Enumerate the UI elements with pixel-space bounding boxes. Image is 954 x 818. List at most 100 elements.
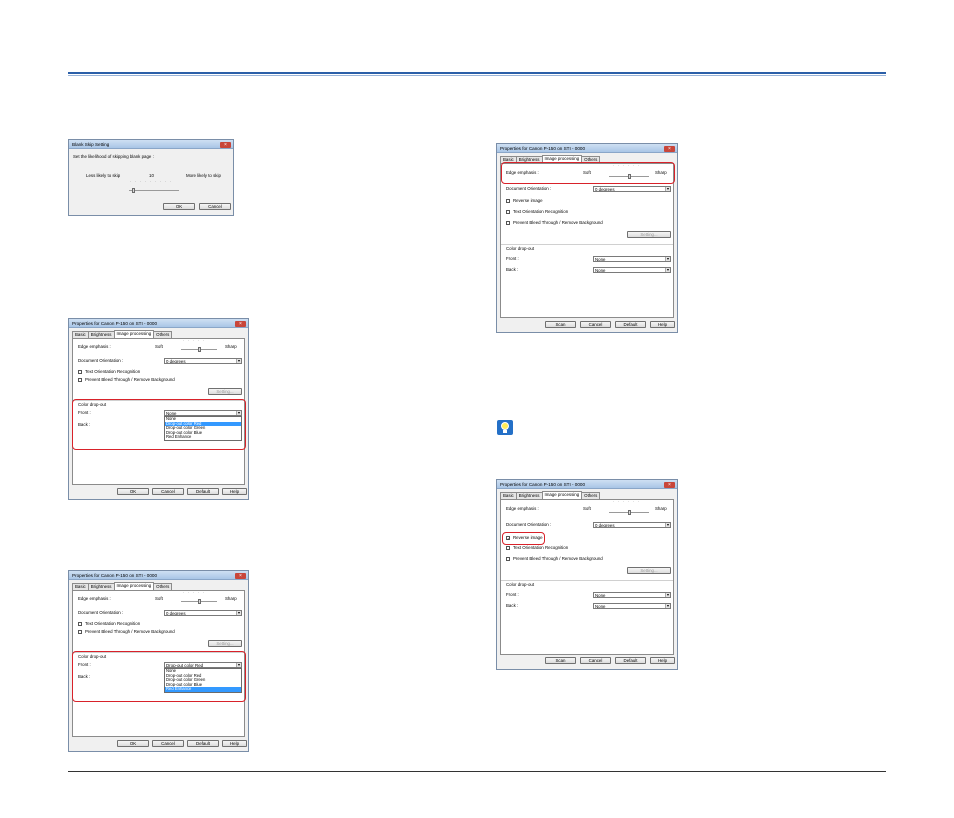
tab-others[interactable]: Others <box>153 583 173 590</box>
tab-image-processing[interactable]: Image processing <box>113 582 155 590</box>
header-rule <box>68 72 886 74</box>
tab-basic[interactable]: Basic <box>72 583 89 590</box>
bleed-through-label: Prevent Bleed Through / Remove Backgroun… <box>85 629 175 634</box>
ok-button[interactable]: OK <box>117 740 149 747</box>
default-button[interactable]: Default <box>615 657 646 664</box>
orientation-select[interactable]: 0 degrees ▼ <box>593 522 671 528</box>
close-icon[interactable]: × <box>220 141 231 148</box>
text-orientation-label: Text Orientation Recognition <box>513 545 569 550</box>
tab-others[interactable]: Others <box>153 331 173 338</box>
tab-bar: Basic Brightness Image processing Others <box>500 491 601 499</box>
help-button[interactable]: Help <box>222 740 247 747</box>
cancel-button[interactable]: Cancel <box>152 488 184 495</box>
highlight-box <box>502 532 545 545</box>
chevron-down-icon: ▼ <box>665 257 670 261</box>
slider-ticks: ' ' ' ' ' ' ' ' ' <box>130 180 173 184</box>
sharp-label: Sharp <box>225 596 237 601</box>
setting-button[interactable]: Setting... <box>208 388 242 395</box>
chevron-down-icon: ▼ <box>665 187 670 191</box>
help-button[interactable]: Help <box>650 657 675 664</box>
tab-panel: Edge emphasis : Soft ' ' ' ' ' ' Sharp D… <box>500 163 674 318</box>
reverse-image-checkbox[interactable] <box>506 199 510 203</box>
edge-slider-ticks: ' ' ' ' ' ' <box>613 500 641 504</box>
tab-brightness[interactable]: Brightness <box>87 331 115 338</box>
edge-slider-ticks: ' ' ' ' ' <box>183 591 206 595</box>
close-icon[interactable]: × <box>235 572 246 579</box>
chevron-down-icon: ▼ <box>665 268 670 272</box>
orientation-select[interactable]: 0 degrees ▼ <box>593 186 671 192</box>
setting-button[interactable]: Setting... <box>627 231 671 238</box>
header-rule-secondary <box>68 75 886 76</box>
text-orientation-label: Text Orientation Recognition <box>85 369 141 374</box>
dialog-title: Properties for Canon P-150 on STI - 0000 <box>72 573 158 578</box>
text-orientation-checkbox[interactable] <box>506 546 510 550</box>
tab-basic[interactable]: Basic <box>500 492 517 499</box>
title-bar: Properties for Canon P-150 on STI - 0000… <box>69 319 248 328</box>
edge-slider-thumb[interactable] <box>198 347 201 352</box>
close-icon[interactable]: × <box>235 320 246 327</box>
dialog-title: Blank Skip Setting <box>72 142 110 147</box>
default-button[interactable]: Default <box>615 321 646 328</box>
close-icon[interactable]: × <box>664 145 675 152</box>
blank-skip-dialog: Blank Skip Setting × Set the likelihood … <box>68 139 234 216</box>
cancel-button[interactable]: Cancel <box>580 657 611 664</box>
help-button[interactable]: Help <box>222 488 247 495</box>
bleed-through-checkbox[interactable] <box>506 221 510 225</box>
skip-slider-track <box>129 190 179 191</box>
cancel-button[interactable]: Cancel <box>580 321 611 328</box>
default-button[interactable]: Default <box>187 488 219 495</box>
tab-bar: Basic Brightness Image processing Others <box>72 330 173 338</box>
edge-emphasis-label: Edge emphasis : <box>78 344 111 349</box>
text-orientation-checkbox[interactable] <box>506 210 510 214</box>
front-select[interactable]: None ▼ <box>593 256 671 262</box>
color-dropout-group: Color drop-out <box>506 246 535 251</box>
back-select[interactable]: None ▼ <box>593 267 671 273</box>
sharp-label: Sharp <box>225 344 237 349</box>
cancel-button[interactable]: Cancel <box>199 203 231 210</box>
text-orientation-checkbox[interactable] <box>78 370 82 374</box>
group-divider <box>501 580 673 581</box>
cancel-button[interactable]: Cancel <box>152 740 184 747</box>
orientation-label: Document Orientation : <box>78 358 124 363</box>
orientation-select[interactable]: 0 degrees ▼ <box>164 358 242 364</box>
front-label: Front : <box>506 592 519 597</box>
scan-button[interactable]: Scan <box>545 657 576 664</box>
dialog-title: Properties for Canon P-150 on STI - 0000 <box>500 146 586 151</box>
tab-bar: Basic Brightness Image processing Others <box>72 582 173 590</box>
tab-basic[interactable]: Basic <box>72 331 89 338</box>
edge-slider-thumb[interactable] <box>628 510 631 515</box>
chevron-down-icon: ▼ <box>665 604 670 608</box>
default-button[interactable]: Default <box>187 740 219 747</box>
edge-slider-thumb[interactable] <box>198 599 201 604</box>
back-select[interactable]: None ▼ <box>593 603 671 609</box>
bleed-through-checkbox[interactable] <box>78 630 82 634</box>
help-button[interactable]: Help <box>650 321 675 328</box>
sharp-label: Sharp <box>655 506 667 511</box>
text-orientation-checkbox[interactable] <box>78 622 82 626</box>
reverse-image-label: Reverse image <box>513 198 543 203</box>
ok-button[interactable]: OK <box>117 488 149 495</box>
bleed-through-checkbox[interactable] <box>506 557 510 561</box>
tab-image-processing[interactable]: Image processing <box>113 330 155 338</box>
scan-button[interactable]: Scan <box>545 321 576 328</box>
setting-button[interactable]: Setting... <box>208 640 242 647</box>
ok-button[interactable]: OK <box>163 203 195 210</box>
color-dropout-group: Color drop-out <box>506 582 535 587</box>
tab-others[interactable]: Others <box>581 492 601 499</box>
orientation-label: Document Orientation : <box>78 610 124 615</box>
tab-brightness[interactable]: Brightness <box>515 492 543 499</box>
dialog-title: Properties for Canon P-150 on STI - 0000 <box>72 321 158 326</box>
footer-rule <box>68 771 886 772</box>
properties-dialog-reverse: Properties for Canon P-150 on STI - 0000… <box>496 479 678 670</box>
close-icon[interactable]: × <box>664 481 675 488</box>
front-select[interactable]: None ▼ <box>593 592 671 598</box>
tab-brightness[interactable]: Brightness <box>87 583 115 590</box>
setting-button[interactable]: Setting... <box>627 567 671 574</box>
bleed-through-label: Prevent Bleed Through / Remove Backgroun… <box>513 556 603 561</box>
bleed-through-checkbox[interactable] <box>78 378 82 382</box>
tab-image-processing[interactable]: Image processing <box>541 491 583 499</box>
orientation-select[interactable]: 0 degrees ▼ <box>164 610 242 616</box>
more-likely-label: More likely to skip <box>186 173 221 178</box>
skip-slider-thumb[interactable] <box>132 188 135 193</box>
properties-dialog-dropout-red: Properties for Canon P-150 on STI - 0000… <box>68 570 249 752</box>
